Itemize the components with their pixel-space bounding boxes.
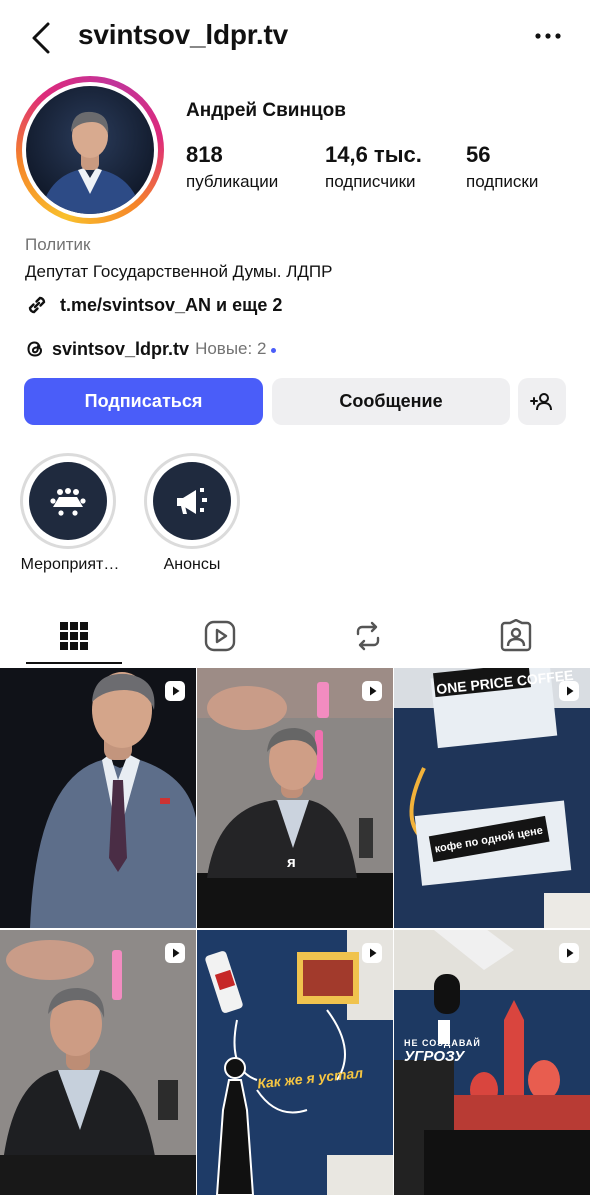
stat-label: публикации — [186, 172, 279, 191]
profile-link[interactable]: t.me/svintsov_AN и еще 2 — [24, 290, 282, 320]
profile-username: svintsov_ldpr.tv — [78, 19, 288, 50]
profile-name: Андрей Свинцов — [186, 100, 346, 121]
avatar — [26, 86, 154, 214]
post-tile[interactable] — [0, 668, 196, 928]
post-caption: я — [287, 854, 296, 871]
avatar-story-ring[interactable] — [16, 76, 164, 224]
highlight-announcements[interactable] — [144, 453, 240, 549]
reel-play-icon — [165, 681, 185, 701]
highlight-events[interactable] — [20, 453, 116, 549]
repost-icon — [356, 621, 380, 651]
new-dot — [271, 347, 277, 353]
top-bar: svintsov_ldpr.tv — [0, 0, 590, 76]
threads-new-count: Новые: 2 — [195, 339, 267, 358]
profile-tabs — [0, 606, 590, 666]
post-tile[interactable]: НЕ СОЗДАВАЙ УГРОЗУ — [394, 930, 590, 1195]
highlight-label: Анонсы — [163, 556, 221, 573]
chevron-left-icon[interactable] — [26, 20, 60, 56]
profile-link-text: t.me/svintsov_AN и еще 2 — [60, 294, 283, 315]
post-tile[interactable] — [0, 930, 196, 1195]
tab-tagged[interactable] — [496, 616, 536, 656]
more-horizontal-icon[interactable] — [530, 24, 566, 48]
stat-value: 14,6 тыс. — [325, 142, 422, 167]
megaphone-icon — [177, 488, 207, 514]
threads-handle: svintsov_ldpr.tv — [52, 338, 190, 359]
conference-icon — [50, 488, 86, 516]
message-button[interactable]: Сообщение — [272, 378, 510, 425]
stat-label: подписчики — [325, 172, 416, 191]
post-tile[interactable]: ONE PRICE COFFEE кофе по одной цене — [394, 668, 590, 928]
reel-play-icon — [165, 943, 185, 963]
post-headline: НЕ СОЗДАВАЙ — [404, 1038, 481, 1048]
link-icon — [28, 296, 46, 314]
reel-play-icon — [559, 943, 579, 963]
post-tile[interactable]: Как же я устал — [197, 930, 393, 1195]
threads-badge[interactable]: svintsov_ldpr.tv Новые: 2 — [24, 335, 277, 363]
stat-posts[interactable]: 818 публикации — [186, 142, 278, 192]
tagged-person-icon — [500, 619, 532, 652]
reel-play-icon — [362, 681, 382, 701]
highlight-label: Мероприят… — [20, 556, 120, 573]
reel-play-icon — [362, 943, 382, 963]
stat-value: 56 — [466, 142, 491, 167]
tab-reposts[interactable] — [348, 616, 388, 656]
stat-following[interactable]: 56 подписки — [466, 142, 538, 192]
threads-icon — [27, 341, 43, 357]
stat-value: 818 — [186, 142, 223, 167]
follow-button[interactable]: Подписаться — [24, 378, 263, 425]
suggest-people-button[interactable] — [518, 378, 566, 425]
post-caption: УГРОЗУ — [404, 1048, 465, 1065]
stat-label: подписки — [466, 172, 539, 191]
reel-play-icon — [559, 681, 579, 701]
active-tab-indicator — [26, 662, 122, 664]
posts-grid: я ONE PRICE COFFEE кофе по одной цене Ка… — [0, 668, 590, 1195]
reels-icon — [204, 620, 236, 652]
profile-category: Политик — [25, 235, 91, 254]
add-person-icon — [530, 392, 552, 410]
profile-bio: Депутат Государственной Думы. ЛДПР — [25, 262, 333, 281]
tab-reels[interactable] — [200, 616, 240, 656]
tab-posts-grid[interactable] — [54, 616, 94, 656]
grid-icon — [60, 622, 88, 650]
stat-followers[interactable]: 14,6 тыс. подписчики — [325, 142, 422, 192]
post-tile[interactable]: я — [197, 668, 393, 928]
